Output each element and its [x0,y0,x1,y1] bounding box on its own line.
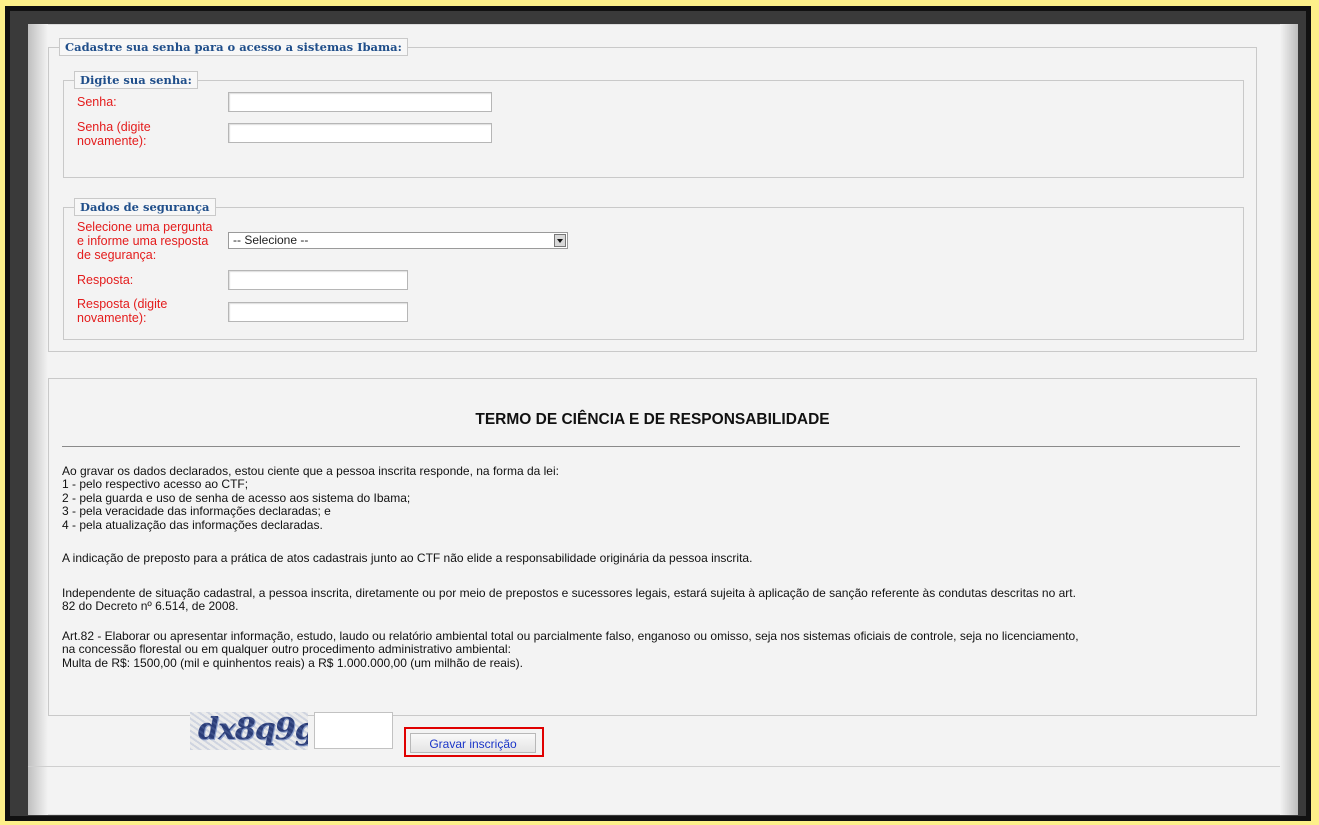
dropdown-arrow-icon[interactable] [554,234,566,247]
security-question-selected: -- Selecione -- [233,233,309,247]
password-section-legend: Cadastre sua senha para o acesso a siste… [59,38,408,56]
senha-label: Senha: [77,95,117,109]
terms-intro-block: Ao gravar os dados declarados, estou cie… [62,464,559,532]
terms-title: TERMO DE CIÊNCIA E DE RESPONSABILIDADE [475,411,830,428]
terms-paragraph-3-line2: 82 do Decreto nº 6.514, de 2008. [62,599,239,614]
terms-paragraph-3-line1: Independente de situação cadastral, a pe… [62,586,1076,600]
terms-paragraph-3: Independente de situação cadastral, a pe… [62,586,1076,614]
panel-shadow-right [1280,24,1298,815]
captcha-input[interactable] [314,712,393,749]
captcha-image: dx8q9g [190,712,308,750]
terms-paragraph-4-line3: Multa de R$: 1500,00 (mil e quinhentos r… [62,655,523,670]
security-fieldset-legend: Dados de segurança [74,198,216,216]
security-question-label-line3: de segurança: [77,248,157,262]
panel-shadow-left [28,24,48,815]
terms-item-4: 4 - pela atualização das informações dec… [62,517,323,532]
terms-paragraph-4: Art.82 - Elaborar ou apresentar informaç… [62,629,1079,670]
terms-paragraph-2: A indicação de preposto para a prática d… [62,551,753,565]
footer-divider [28,766,1280,767]
password-fieldset-legend: Digite sua senha: [74,71,198,89]
answer-confirm-label: Resposta (digite novamente): [77,297,167,325]
answer-confirm-label-line2: novamente): [77,311,147,325]
answer-label: Resposta: [77,273,134,287]
answer-confirm-input[interactable] [228,302,408,322]
senha-confirm-label-line1: Senha (digite [77,120,151,134]
terms-intro: Ao gravar os dados declarados, estou cie… [62,464,559,478]
terms-divider [62,446,1240,447]
security-question-label: Selecione uma pergunta e informe uma res… [77,220,213,262]
security-question-label-line2: e informe uma resposta [77,234,209,248]
terms-paragraph-4-line1: Art.82 - Elaborar ou apresentar informaç… [62,629,1079,643]
captcha-noise [190,712,308,750]
terms-item-2: 2 - pela guarda e uso de senha de acesso… [62,490,411,505]
senha-input[interactable] [228,92,492,112]
terms-box: TERMO DE CIÊNCIA E DE RESPONSABILIDADE A… [48,378,1257,716]
answer-input[interactable] [228,270,408,290]
senha-confirm-input[interactable] [228,123,492,143]
terms-item-1: 1 - pelo respectivo acesso ao CTF; [62,477,249,492]
security-question-select[interactable]: -- Selecione -- [228,232,568,249]
terms-paragraph-4-line2: na concessão florestal ou em qualquer ou… [62,642,511,657]
security-question-label-line1: Selecione uma pergunta [77,220,213,234]
answer-confirm-label-line1: Resposta (digite [77,297,168,311]
gravar-inscricao-button[interactable]: Gravar inscrição [410,733,536,753]
senha-confirm-label-line2: novamente): [77,134,147,148]
terms-item-3: 3 - pela veracidade das informações decl… [62,504,331,519]
senha-confirm-label: Senha (digite novamente): [77,120,151,148]
